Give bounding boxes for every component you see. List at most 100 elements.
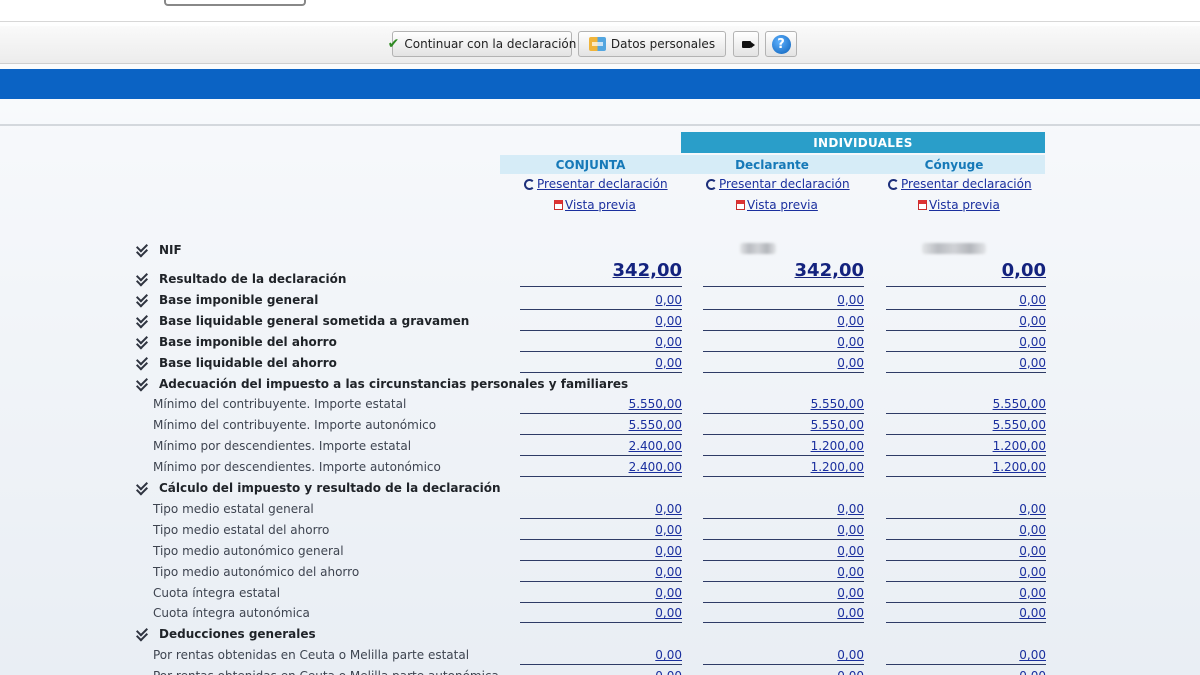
video-camera-icon bbox=[741, 40, 755, 48]
present-icon bbox=[706, 178, 717, 190]
double-chevron-icon[interactable] bbox=[136, 357, 146, 369]
value-link[interactable]: 0,00 bbox=[520, 290, 682, 310]
value-link[interactable]: 0,00 bbox=[703, 520, 864, 540]
preview-link-conyuge[interactable]: Vista previa bbox=[918, 198, 1000, 212]
value-link[interactable]: 342,00 bbox=[703, 260, 864, 287]
row-label: Mínimo por descendientes. Importe autonó… bbox=[153, 460, 441, 475]
value-link[interactable]: 1.200,00 bbox=[703, 436, 864, 457]
value-link[interactable]: 1.200,00 bbox=[703, 457, 864, 478]
double-chevron-icon[interactable] bbox=[136, 315, 146, 327]
video-button[interactable] bbox=[733, 31, 759, 57]
value-link[interactable]: 342,00 bbox=[520, 260, 682, 287]
table-row: Tipo medio estatal del ahorro 0,00 0,00 0,0… bbox=[0, 520, 1200, 541]
table-row: Mínimo del contribuyente. Importe autonó… bbox=[0, 415, 1200, 436]
row-label: Base imponible general bbox=[159, 292, 319, 307]
value-link[interactable]: 0,00 bbox=[703, 332, 864, 352]
row-label: Base imponible del ahorro bbox=[159, 334, 337, 349]
value-link[interactable]: 5.550,00 bbox=[886, 415, 1046, 436]
value-link[interactable]: 0,00 bbox=[703, 499, 864, 519]
value-link[interactable]: 0,00 bbox=[886, 583, 1046, 603]
double-chevron-icon[interactable] bbox=[136, 294, 146, 306]
table-row: Por rentas obtenidas en Ceuta o Melilla … bbox=[0, 666, 1200, 675]
value-link[interactable]: 0,00 bbox=[703, 311, 864, 331]
table-row: Mínimo del contribuyente. Importe estata… bbox=[0, 394, 1200, 415]
value-link[interactable]: 0,00 bbox=[886, 520, 1046, 540]
value-link[interactable]: 0,00 bbox=[520, 562, 682, 582]
value-link[interactable]: 0,00 bbox=[520, 353, 682, 373]
value-link[interactable]: 0,00 bbox=[703, 562, 864, 582]
present-declaration-link-declarante[interactable]: Presentar declaración bbox=[706, 177, 850, 191]
column-header-conjunta: CONJUNTA bbox=[555, 157, 626, 172]
value-link[interactable]: 5.550,00 bbox=[520, 415, 682, 436]
double-chevron-icon[interactable] bbox=[136, 628, 146, 640]
value-link[interactable]: 0,00 bbox=[886, 562, 1046, 582]
value-link[interactable]: 0,00 bbox=[886, 603, 1046, 624]
preview-link-declarante[interactable]: Vista previa bbox=[736, 198, 818, 212]
value-link[interactable]: 2.400,00 bbox=[520, 457, 682, 478]
table-row: Cuota íntegra autonómica 0,00 0,00 0,00 bbox=[0, 603, 1200, 624]
individuales-header: INDIVIDUALES bbox=[681, 132, 1045, 153]
continue-declaration-label: Continuar con la declaración bbox=[404, 37, 577, 51]
value-link[interactable]: 0,00 bbox=[703, 353, 864, 373]
value-link[interactable]: 5.550,00 bbox=[520, 394, 682, 415]
table-row: Tipo medio autonómico general 0,00 0,00 0,0… bbox=[0, 541, 1200, 562]
table-row: Base imponible del ahorro 0,00 0,00 0,00 bbox=[0, 332, 1200, 353]
value-link[interactable]: 5.550,00 bbox=[703, 394, 864, 415]
column-header-declarante: Declarante bbox=[735, 157, 809, 172]
double-chevron-icon[interactable] bbox=[136, 378, 146, 390]
double-chevron-icon[interactable] bbox=[136, 482, 146, 494]
value-link[interactable]: 0,00 bbox=[886, 645, 1046, 666]
value-link[interactable]: 0,00 bbox=[703, 583, 864, 603]
top-field[interactable] bbox=[164, 0, 306, 6]
double-chevron-icon bbox=[136, 244, 146, 256]
preview-link-conjunta[interactable]: Vista previa bbox=[554, 198, 636, 212]
value-link[interactable]: 0,00 bbox=[886, 290, 1046, 310]
value-link[interactable]: 1.200,00 bbox=[886, 436, 1046, 457]
value-link[interactable]: 0,00 bbox=[886, 499, 1046, 519]
value-link[interactable]: 0,00 bbox=[520, 311, 682, 331]
personal-data-button[interactable]: Datos personales bbox=[578, 31, 726, 57]
row-label: Resultado de la declaración bbox=[159, 272, 347, 286]
value-link[interactable]: 0,00 bbox=[886, 353, 1046, 373]
row-label: Mínimo del contribuyente. Importe estata… bbox=[153, 397, 407, 412]
value-link[interactable]: 5.550,00 bbox=[703, 415, 864, 436]
value-link[interactable]: 0,00 bbox=[520, 520, 682, 540]
value-link[interactable]: 0,00 bbox=[703, 541, 864, 561]
value-link[interactable]: 0,00 bbox=[886, 260, 1046, 287]
double-chevron-icon[interactable] bbox=[136, 273, 146, 285]
pdf-icon bbox=[736, 200, 745, 210]
value-link[interactable]: 5.550,00 bbox=[886, 394, 1046, 415]
double-chevron-icon[interactable] bbox=[136, 336, 146, 348]
present-declaration-link-conyuge[interactable]: Presentar declaración bbox=[888, 177, 1032, 191]
table-row: Cálculo del impuesto y resultado de la d… bbox=[0, 478, 1200, 499]
table-row: Cuota íntegra estatal 0,00 0,00 0,00 bbox=[0, 583, 1200, 604]
value-link[interactable]: 0,00 bbox=[886, 332, 1046, 352]
value-link[interactable]: 0,00 bbox=[886, 311, 1046, 331]
value-link[interactable]: 0,00 bbox=[886, 666, 1046, 675]
value-link[interactable]: 0,00 bbox=[520, 332, 682, 352]
value-link[interactable]: 0,00 bbox=[520, 541, 682, 561]
personal-data-label: Datos personales bbox=[610, 37, 716, 51]
value-link[interactable]: 0,00 bbox=[703, 290, 864, 310]
top-strip bbox=[0, 0, 1200, 22]
value-link[interactable]: 0,00 bbox=[886, 541, 1046, 561]
continue-declaration-button[interactable]: ✔ Continuar con la declaración bbox=[388, 31, 576, 57]
value-link[interactable]: 0,00 bbox=[520, 666, 682, 675]
table-row: Base liquidable general sometida a grava… bbox=[0, 311, 1200, 332]
value-link[interactable]: 2.400,00 bbox=[520, 436, 682, 457]
present-declaration-link-conjunta[interactable]: Presentar declaración bbox=[524, 177, 668, 191]
check-icon: ✔ bbox=[387, 36, 400, 52]
value-link[interactable]: 0,00 bbox=[520, 645, 682, 666]
value-link[interactable]: 0,00 bbox=[520, 583, 682, 603]
value-link[interactable]: 1.200,00 bbox=[886, 457, 1046, 478]
value-link[interactable]: 0,00 bbox=[703, 645, 864, 666]
value-link[interactable]: 0,00 bbox=[703, 666, 864, 675]
row-label: Tipo medio estatal general bbox=[153, 501, 314, 516]
value-link[interactable]: 0,00 bbox=[520, 603, 682, 624]
preview-label: Vista previa bbox=[565, 198, 636, 212]
value-link[interactable]: 0,00 bbox=[703, 603, 864, 624]
help-button[interactable]: ? bbox=[765, 31, 797, 57]
help-icon: ? bbox=[771, 34, 791, 54]
row-label: Mínimo por descendientes. Importe estata… bbox=[153, 439, 412, 454]
value-link[interactable]: 0,00 bbox=[520, 499, 682, 519]
